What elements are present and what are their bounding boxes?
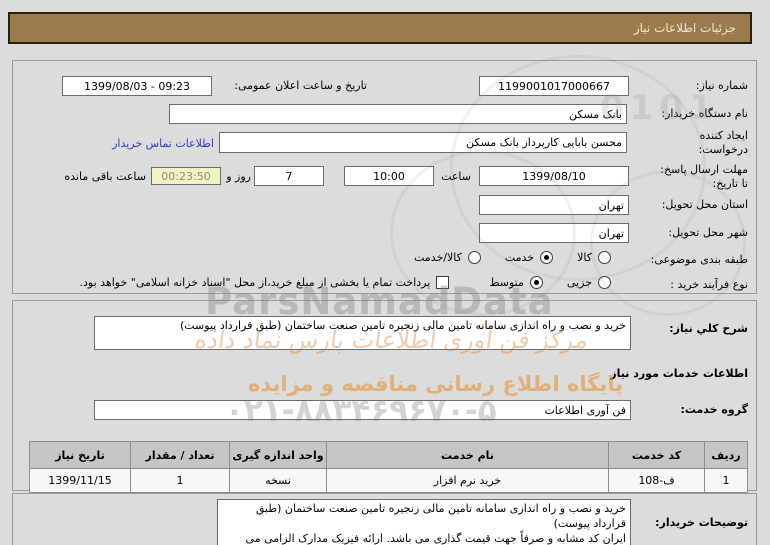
need-details-page: جزئیات اطلاعات نیاز شماره نیاز: 11990010… [0,0,770,545]
deadline-label-line2: تا تاریخ: [712,177,748,191]
service-group-field[interactable]: فن آوری اطلاعات [94,400,631,420]
buyer-notes-panel: توضیحات خریدار: خرید و نصب و راه اندازی … [12,493,757,545]
col-service-code: کد خدمت [608,441,705,469]
creator-label: ایجاد کننده درخواست: [616,129,748,158]
buyer-notes-line2: ایران کد مشابه و صرفاً جهت قیمت گذاری می… [245,531,626,545]
buyer-notes-label: توضیحات خریدار: [655,516,748,529]
radio-medium[interactable] [529,276,543,289]
cell-unit: نسخه [229,468,327,493]
province-value: تهران [598,198,624,212]
need-description-label: شرح کلي نیاز: [669,322,748,335]
creator-field[interactable]: محسن بابایی کارپرداز بانک مسکن [219,132,627,153]
buyer-org-label: نام دستگاه خریدار: [661,107,748,120]
col-row-number: ردیف [704,441,748,469]
cell-quantity: 1 [130,468,230,493]
radio-goods-label: کالا [577,251,592,264]
table-row[interactable]: 1 ف-108 خرید نرم افزار نسخه 1 1399/11/15 [29,468,748,493]
radio-goods[interactable] [598,251,611,264]
announce-datetime-value: 1399/08/03 - 09:23 [83,79,191,93]
cell-row-number: 1 [704,468,748,493]
cell-service-name: خرید نرم افزار [326,468,609,493]
deadline-date-value: 1399/08/10 [522,169,586,183]
services-table: ردیف کد خدمت نام خدمت واحد اندازه گیری ت… [29,441,748,493]
service-group-label: گروه خدمت: [680,403,748,416]
classification-options: کالا خدمت کالا/خدمت [414,251,611,264]
radio-service[interactable] [540,251,554,264]
province-label: استان محل تحویل: [661,198,748,211]
deadline-label-line1: مهلت ارسال پاسخ: [660,163,748,176]
treasury-checkbox[interactable] [436,276,450,289]
remaining-hours-label: ساعت باقی مانده [64,170,146,183]
col-service-name: نام خدمت [326,441,609,469]
radio-service-label: خدمت [504,251,535,264]
services-section-header: اطلاعات خدمات مورد نیاز [610,367,748,380]
announce-datetime-label: تاریخ و ساعت اعلان عمومی: [234,79,367,92]
city-label: شهر محل تحویل: [668,226,748,239]
need-description-field[interactable]: خرید و نصب و راه اندازی سامانه تامین مال… [94,316,631,350]
need-info-panel: شماره نیاز: 1199001017000667 تاریخ و ساع… [12,60,757,294]
deadline-days-field[interactable]: 7 [254,166,324,186]
countdown-timer: 00:23:50 [151,167,221,185]
title-bar: جزئیات اطلاعات نیاز [8,12,752,44]
process-type-label: نوع فرآیند خرید : [670,278,748,291]
creator-value: محسن بابایی کارپرداز بانک مسکن [466,136,622,149]
creator-label-line1: ایجاد کننده [699,129,748,142]
deadline-days-label: روز و [226,170,251,183]
buyer-notes-field[interactable]: خرید و نصب و راه اندازی سامانه تامین مال… [217,499,631,545]
buyer-org-value: بانک مسکن [569,107,622,121]
buyer-contact-link[interactable]: اطلاعات تماس خریدار [112,137,214,150]
service-group-value: فن آوری اطلاعات [544,403,626,417]
col-need-date: تاریخ نیاز [29,441,131,469]
radio-goods-service[interactable] [467,251,481,264]
deadline-time-value: 10:00 [373,169,405,183]
radio-medium-label: متوسط [489,276,524,289]
services-table-header-row: ردیف کد خدمت نام خدمت واحد اندازه گیری ت… [29,441,748,469]
need-description-value: خرید و نصب و راه اندازی سامانه تامین مال… [179,319,626,332]
buyer-org-field[interactable]: بانک مسکن [169,104,627,124]
province-field[interactable]: تهران [479,195,629,215]
announce-datetime-field[interactable]: 1399/08/03 - 09:23 [62,76,212,96]
page-title: جزئیات اطلاعات نیاز [633,21,736,35]
classification-label: طبقه بندی موضوعی: [650,253,748,266]
deadline-time-field[interactable]: 10:00 [344,166,434,186]
radio-partial-label: جزیی [566,276,592,289]
deadline-label: مهلت ارسال پاسخ: تا تاریخ: [616,163,748,192]
col-unit: واحد اندازه گیری [229,441,327,469]
countdown-value: 00:23:50 [161,169,211,183]
need-number-field[interactable]: 1199001017000667 [479,76,629,96]
deadline-date-field[interactable]: 1399/08/10 [479,166,629,186]
col-quantity: تعداد / مقدار [130,441,230,469]
process-type-options: جزیی متوسط پرداخت تمام یا بخشی از مبلغ خ… [80,276,611,289]
need-number-value: 1199001017000667 [498,79,610,93]
city-value: تهران [598,226,624,240]
services-panel: شرح کلي نیاز: خرید و نصب و راه اندازی سا… [12,300,757,493]
cell-need-date: 1399/11/15 [29,468,131,493]
need-number-label: شماره نیاز: [695,79,748,92]
radio-partial[interactable] [598,276,611,289]
radio-goods-service-label: کالا/خدمت [414,251,462,264]
cell-service-code: ف-108 [608,468,705,493]
deadline-days-value: 7 [285,169,293,183]
deadline-hour-label: ساعت [441,170,471,183]
buyer-notes-line1: خرید و نصب و راه اندازی سامانه تامین مال… [255,502,626,530]
treasury-checkbox-label: پرداخت تمام یا بخشی از مبلغ خرید،از محل … [79,276,431,289]
city-field[interactable]: تهران [479,223,629,243]
creator-label-line2: درخواست: [698,143,748,157]
